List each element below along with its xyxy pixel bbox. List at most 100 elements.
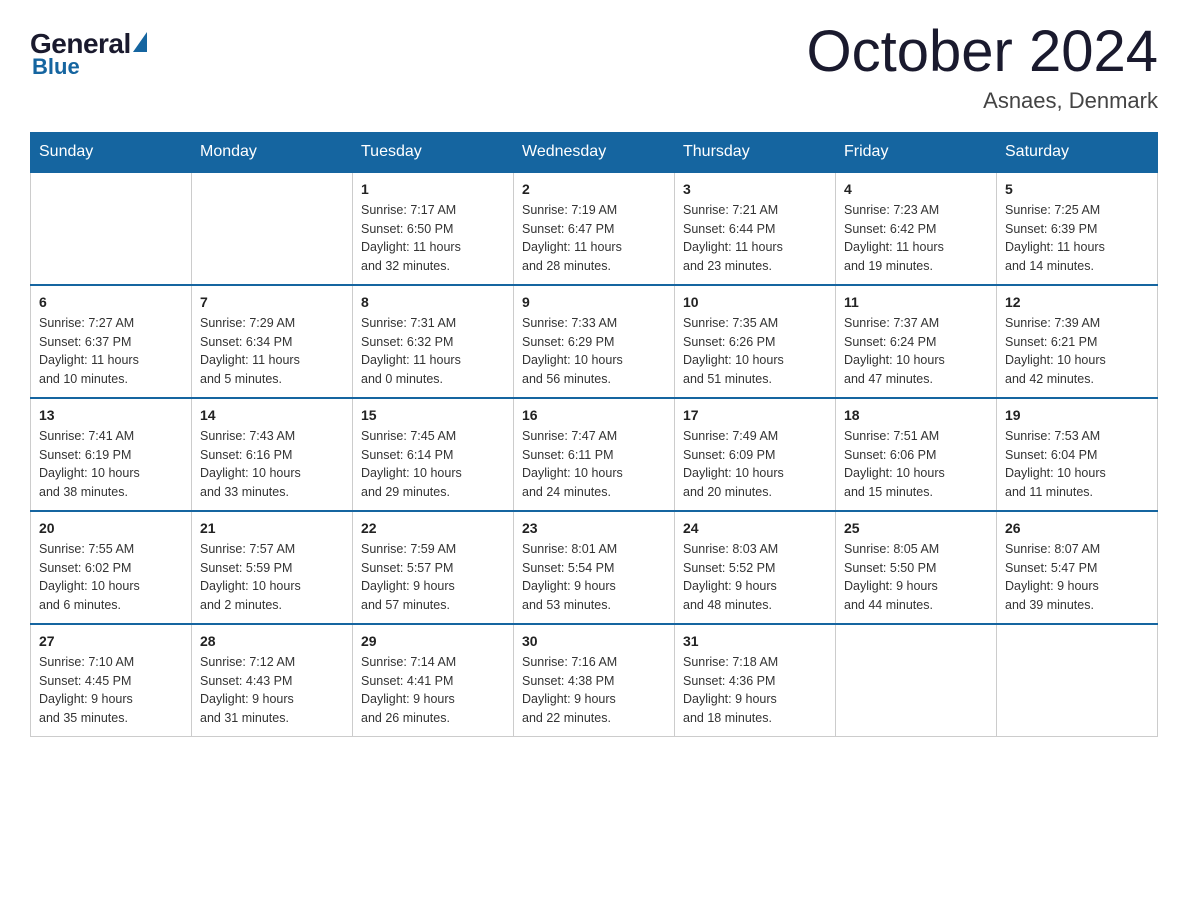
location-text: Asnaes, Denmark	[807, 88, 1158, 114]
calendar-day-20: 20Sunrise: 7:55 AM Sunset: 6:02 PM Dayli…	[31, 511, 192, 624]
day-number: 26	[1005, 520, 1149, 536]
calendar-day-28: 28 Sunrise: 7:12 AM Sunset: 4:43 PM Dayli…	[192, 624, 353, 737]
day-number: 5	[1005, 181, 1149, 197]
calendar-day-8: 8 Sunrise: 7:31 AM Sunset: 6:32 PM Daylig…	[353, 285, 514, 398]
calendar-day-14: 14 Sunrise: 7:43 AM Sunset: 6:16 PM Dayli…	[192, 398, 353, 511]
calendar-day-15: 15 Sunrise: 7:45 AM Sunset: 6:14 PM Dayli…	[353, 398, 514, 511]
day-number: 13	[39, 407, 183, 423]
calendar-day-1: 1 Sunrise: 7:17 AM Sunset: 6:50 PM Daylig…	[353, 172, 514, 285]
day-info: Sunrise: 8:03 AM Sunset: 5:52 PM Dayligh…	[683, 540, 827, 615]
page-header: General Blue October 2024 Asnaes, Denmar…	[30, 20, 1158, 114]
day-number: 30	[522, 633, 666, 649]
day-info: Sunrise: 7:21 AM Sunset: 6:44 PM Dayligh…	[683, 201, 827, 276]
day-info: Sunrise: 7:14 AM Sunset: 4:41 PM Dayligh…	[361, 653, 505, 728]
day-info: Sunrise: 7:17 AM Sunset: 6:50 PM Dayligh…	[361, 201, 505, 276]
calendar-table: SundayMondayTuesdayWednesdayThursdayFrid…	[30, 132, 1158, 737]
day-info: Sunrise: 7:12 AM Sunset: 4:43 PM Dayligh…	[200, 653, 344, 728]
calendar-week-row: 27 Sunrise: 7:10 AM Sunset: 4:45 PM Dayli…	[31, 624, 1158, 737]
day-number: 8	[361, 294, 505, 310]
day-info: Sunrise: 7:18 AM Sunset: 4:36 PM Dayligh…	[683, 653, 827, 728]
day-number: 4	[844, 181, 988, 197]
day-info: Sunrise: 7:31 AM Sunset: 6:32 PM Dayligh…	[361, 314, 505, 389]
day-number: 19	[1005, 407, 1149, 423]
day-info: Sunrise: 7:16 AM Sunset: 4:38 PM Dayligh…	[522, 653, 666, 728]
day-info: Sunrise: 7:51 AM Sunset: 6:06 PM Dayligh…	[844, 427, 988, 502]
calendar-day-7: 7 Sunrise: 7:29 AM Sunset: 6:34 PM Daylig…	[192, 285, 353, 398]
day-number: 9	[522, 294, 666, 310]
day-number: 14	[200, 407, 344, 423]
calendar-empty-cell	[192, 172, 353, 285]
weekday-header-wednesday: Wednesday	[514, 132, 675, 172]
day-info: Sunrise: 7:43 AM Sunset: 6:16 PM Dayligh…	[200, 427, 344, 502]
calendar-day-4: 4Sunrise: 7:23 AM Sunset: 6:42 PM Daylig…	[836, 172, 997, 285]
day-number: 12	[1005, 294, 1149, 310]
calendar-day-22: 22 Sunrise: 7:59 AM Sunset: 5:57 PM Dayli…	[353, 511, 514, 624]
day-number: 21	[200, 520, 344, 536]
calendar-week-row: 1 Sunrise: 7:17 AM Sunset: 6:50 PM Daylig…	[31, 172, 1158, 285]
day-info: Sunrise: 7:29 AM Sunset: 6:34 PM Dayligh…	[200, 314, 344, 389]
day-number: 17	[683, 407, 827, 423]
calendar-day-18: 18 Sunrise: 7:51 AM Sunset: 6:06 PM Dayli…	[836, 398, 997, 511]
day-number: 7	[200, 294, 344, 310]
calendar-day-17: 17 Sunrise: 7:49 AM Sunset: 6:09 PM Dayli…	[675, 398, 836, 511]
calendar-day-26: 26 Sunrise: 8:07 AM Sunset: 5:47 PM Dayli…	[997, 511, 1158, 624]
day-info: Sunrise: 7:39 AM Sunset: 6:21 PM Dayligh…	[1005, 314, 1149, 389]
day-info: Sunrise: 7:53 AM Sunset: 6:04 PM Dayligh…	[1005, 427, 1149, 502]
day-info: Sunrise: 7:57 AM Sunset: 5:59 PM Dayligh…	[200, 540, 344, 615]
calendar-day-31: 31 Sunrise: 7:18 AM Sunset: 4:36 PM Dayli…	[675, 624, 836, 737]
calendar-day-6: 6 Sunrise: 7:27 AM Sunset: 6:37 PM Daylig…	[31, 285, 192, 398]
logo-blue-text: Blue	[32, 54, 80, 80]
calendar-day-13: 13 Sunrise: 7:41 AM Sunset: 6:19 PM Dayli…	[31, 398, 192, 511]
logo-triangle-icon	[133, 32, 147, 52]
calendar-day-24: 24 Sunrise: 8:03 AM Sunset: 5:52 PM Dayli…	[675, 511, 836, 624]
weekday-header-monday: Monday	[192, 132, 353, 172]
day-info: Sunrise: 7:49 AM Sunset: 6:09 PM Dayligh…	[683, 427, 827, 502]
day-number: 24	[683, 520, 827, 536]
calendar-day-16: 16Sunrise: 7:47 AM Sunset: 6:11 PM Dayli…	[514, 398, 675, 511]
calendar-empty-cell	[997, 624, 1158, 737]
weekday-header-sunday: Sunday	[31, 132, 192, 172]
day-number: 20	[39, 520, 183, 536]
day-info: Sunrise: 7:10 AM Sunset: 4:45 PM Dayligh…	[39, 653, 183, 728]
title-area: October 2024 Asnaes, Denmark	[807, 20, 1158, 114]
calendar-day-11: 11Sunrise: 7:37 AM Sunset: 6:24 PM Dayli…	[836, 285, 997, 398]
calendar-week-row: 20Sunrise: 7:55 AM Sunset: 6:02 PM Dayli…	[31, 511, 1158, 624]
calendar-header-row: SundayMondayTuesdayWednesdayThursdayFrid…	[31, 132, 1158, 172]
day-number: 22	[361, 520, 505, 536]
calendar-day-19: 19 Sunrise: 7:53 AM Sunset: 6:04 PM Dayli…	[997, 398, 1158, 511]
day-number: 27	[39, 633, 183, 649]
day-number: 28	[200, 633, 344, 649]
calendar-day-23: 23Sunrise: 8:01 AM Sunset: 5:54 PM Dayli…	[514, 511, 675, 624]
weekday-header-thursday: Thursday	[675, 132, 836, 172]
calendar-week-row: 6 Sunrise: 7:27 AM Sunset: 6:37 PM Daylig…	[31, 285, 1158, 398]
calendar-day-27: 27 Sunrise: 7:10 AM Sunset: 4:45 PM Dayli…	[31, 624, 192, 737]
calendar-day-25: 25 Sunrise: 8:05 AM Sunset: 5:50 PM Dayli…	[836, 511, 997, 624]
calendar-day-21: 21 Sunrise: 7:57 AM Sunset: 5:59 PM Dayli…	[192, 511, 353, 624]
day-number: 1	[361, 181, 505, 197]
day-info: Sunrise: 7:59 AM Sunset: 5:57 PM Dayligh…	[361, 540, 505, 615]
day-info: Sunrise: 8:01 AM Sunset: 5:54 PM Dayligh…	[522, 540, 666, 615]
weekday-header-tuesday: Tuesday	[353, 132, 514, 172]
day-info: Sunrise: 7:41 AM Sunset: 6:19 PM Dayligh…	[39, 427, 183, 502]
day-info: Sunrise: 7:35 AM Sunset: 6:26 PM Dayligh…	[683, 314, 827, 389]
day-number: 31	[683, 633, 827, 649]
calendar-day-9: 9Sunrise: 7:33 AM Sunset: 6:29 PM Daylig…	[514, 285, 675, 398]
calendar-day-30: 30 Sunrise: 7:16 AM Sunset: 4:38 PM Dayli…	[514, 624, 675, 737]
weekday-header-saturday: Saturday	[997, 132, 1158, 172]
day-info: Sunrise: 7:45 AM Sunset: 6:14 PM Dayligh…	[361, 427, 505, 502]
day-number: 18	[844, 407, 988, 423]
calendar-empty-cell	[31, 172, 192, 285]
calendar-day-12: 12 Sunrise: 7:39 AM Sunset: 6:21 PM Dayli…	[997, 285, 1158, 398]
day-info: Sunrise: 8:05 AM Sunset: 5:50 PM Dayligh…	[844, 540, 988, 615]
day-number: 6	[39, 294, 183, 310]
month-title: October 2024	[807, 20, 1158, 84]
day-number: 11	[844, 294, 988, 310]
calendar-day-10: 10Sunrise: 7:35 AM Sunset: 6:26 PM Dayli…	[675, 285, 836, 398]
day-info: Sunrise: 7:19 AM Sunset: 6:47 PM Dayligh…	[522, 201, 666, 276]
day-info: Sunrise: 8:07 AM Sunset: 5:47 PM Dayligh…	[1005, 540, 1149, 615]
day-number: 15	[361, 407, 505, 423]
day-number: 16	[522, 407, 666, 423]
day-number: 25	[844, 520, 988, 536]
day-info: Sunrise: 7:27 AM Sunset: 6:37 PM Dayligh…	[39, 314, 183, 389]
calendar-day-2: 2Sunrise: 7:19 AM Sunset: 6:47 PM Daylig…	[514, 172, 675, 285]
